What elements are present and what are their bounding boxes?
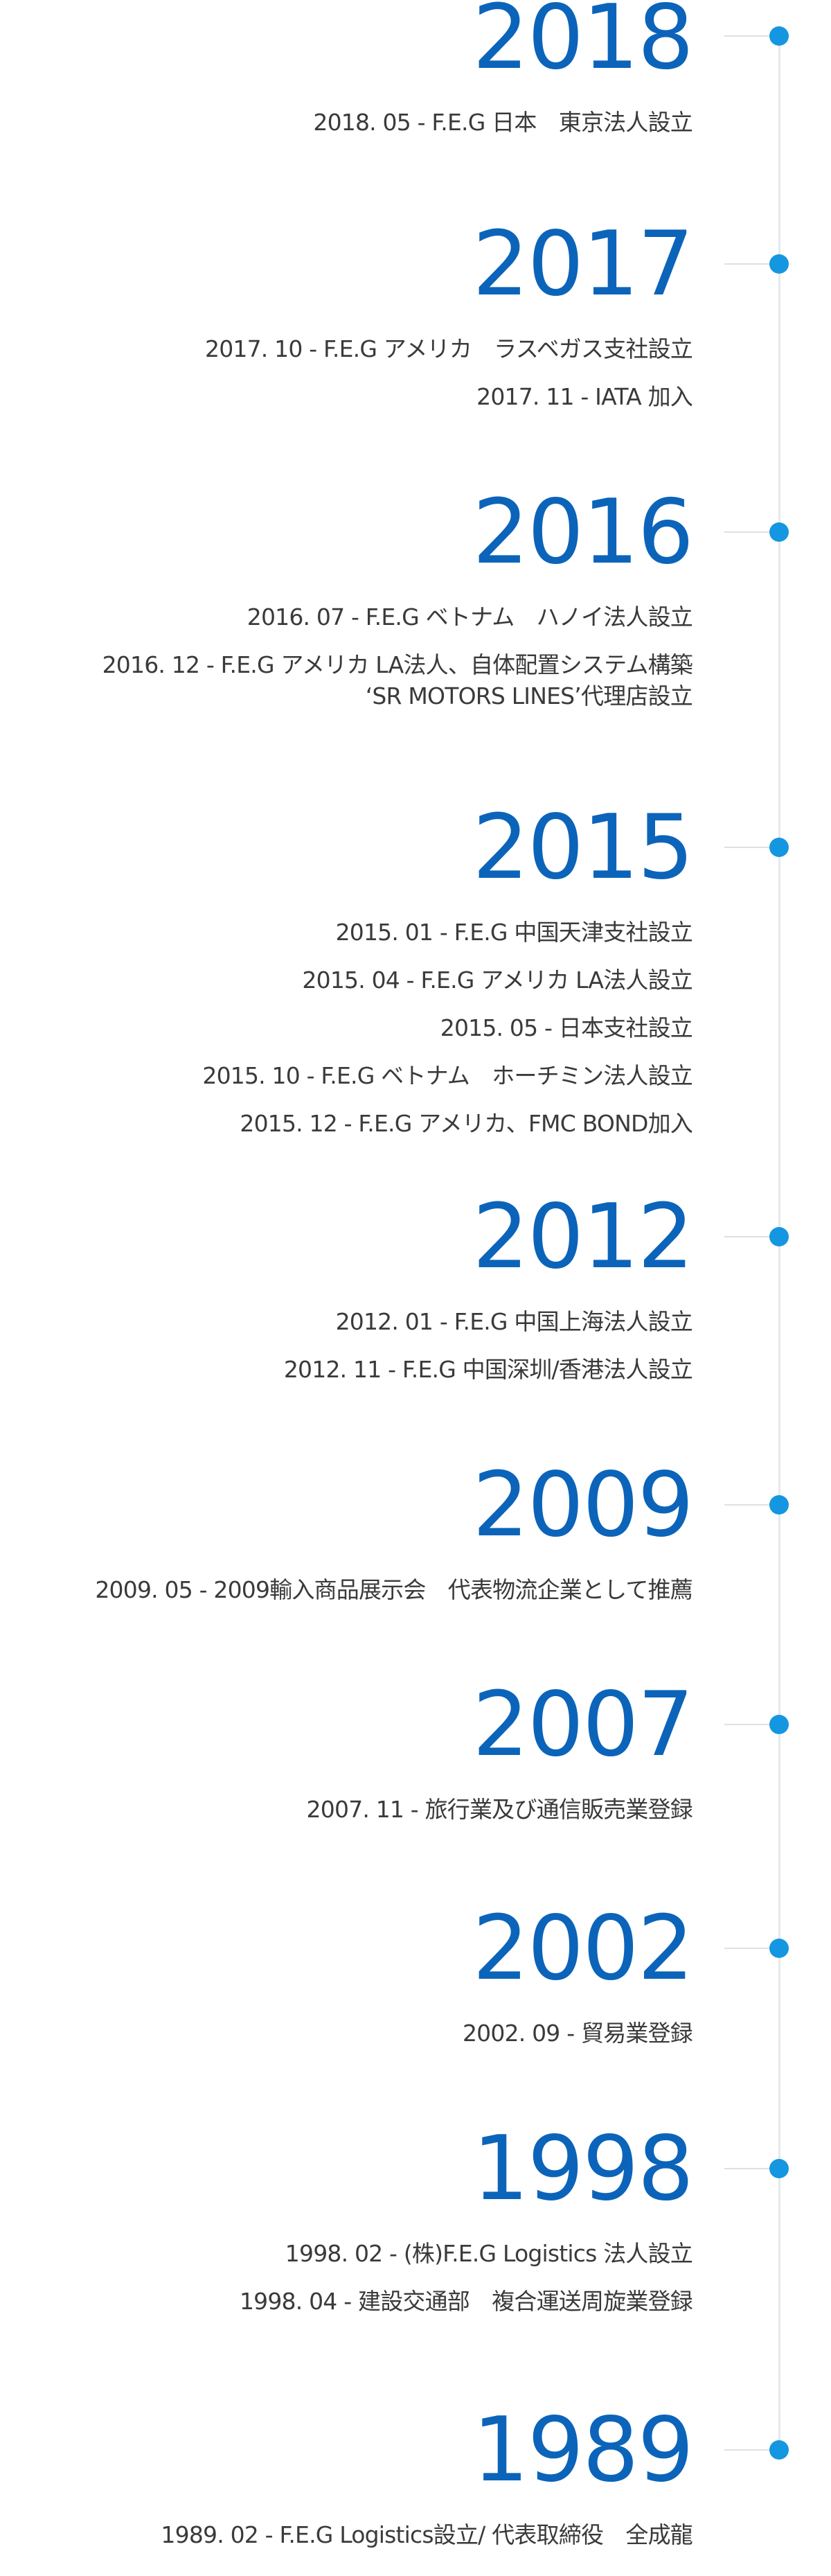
event-item: 2009. 05 - 2009輸入商品展示会 代表物流企業として推薦 [95,1576,692,1603]
timeline-connector [724,263,771,265]
timeline-line [778,33,780,2460]
event-item: 2017. 11 - IATA 加入 [476,383,693,410]
event-list: 2018. 05 - F.E.G 日本 東京法人設立 [313,98,692,146]
event-item: 2015. 04 - F.E.G アメリカ LA法人設立 [302,967,692,994]
event-list: 2002. 09 - 貿易業登録 [462,2009,693,2057]
timeline-dot-icon [769,1715,789,1734]
event-item: 2015. 10 - F.E.G ベトナム ホーチミン法人設立 [202,1062,692,1089]
timeline-dot-icon [769,1227,789,1246]
timeline-dot-icon [769,1495,789,1515]
event-list: 2016. 07 - F.E.G ベトナム ハノイ法人設立 2016. 12 -… [102,593,693,712]
year-label: 2002 [472,1897,694,2000]
timeline-connector [724,1724,771,1725]
event-item: 2017. 10 - F.E.G アメリカ ラスベガス支社設立 [205,335,693,362]
year-label: 2007 [472,1673,694,1776]
event-item: 1998. 02 - (株)F.E.G Logistics 法人設立 [285,2240,693,2267]
event-item: 2015. 01 - F.E.G 中国天津支社設立 [335,919,693,946]
event-list: 2015. 01 - F.E.G 中国天津支社設立 2015. 04 - F.E… [202,908,692,1147]
timeline-dot-icon [769,2159,789,2178]
event-item: 2015. 12 - F.E.G アメリカ、FMC BOND加入 [240,1110,692,1137]
event-item: 1998. 04 - 建設交通部 複合運送周旋業登録 [239,2288,693,2315]
event-item: 2007. 11 - 旅行業及び通信販売業登録 [306,1796,693,1823]
timeline-dot-icon [769,254,789,274]
timeline-connector [724,1948,771,1949]
event-item: 2018. 05 - F.E.G 日本 東京法人設立 [313,109,692,136]
event-item-text: 2016. 12 - F.E.G アメリカ LA法人、自体配置システム構築 [102,651,693,678]
timeline-connector [724,531,771,533]
year-label: 2016 [472,481,694,584]
year-label: 2009 [472,1454,694,1557]
year-label: 1998 [472,2117,694,2221]
timeline-dot-icon [769,838,789,857]
event-item: 2012. 01 - F.E.G 中国上海法人設立 [335,1308,693,1335]
year-label: 2018 [472,0,694,89]
event-list: 2009. 05 - 2009輸入商品展示会 代表物流企業として推薦 [95,1566,692,1614]
timeline-connector [724,847,771,848]
event-item: 2015. 05 - 日本支社設立 [440,1014,693,1041]
event-item: 2002. 09 - 貿易業登録 [462,2020,693,2047]
event-list: 2017. 10 - F.E.G アメリカ ラスベガス支社設立 2017. 11… [205,325,693,421]
event-item: 2016. 12 - F.E.G アメリカ LA法人、自体配置システム構築 ‘S… [102,641,693,712]
event-list: 2012. 01 - F.E.G 中国上海法人設立 2012. 11 - F.E… [283,1298,693,1393]
timeline-connector [724,2168,771,2169]
year-label: 1989 [472,2399,694,2502]
year-label: 2017 [472,213,694,316]
event-item: 2012. 11 - F.E.G 中国深圳/香港法人設立 [283,1356,693,1383]
event-list: 2007. 11 - 旅行業及び通信販売業登録 [306,1785,693,1833]
timeline-connector [724,2449,771,2451]
event-item: 2016. 07 - F.E.G ベトナム ハノイ法人設立 [247,603,693,630]
event-list: 1998. 02 - (株)F.E.G Logistics 法人設立 1998.… [239,2230,693,2325]
timeline-dot-icon [769,1939,789,1958]
timeline-connector [724,1504,771,1506]
event-item-subtext: ‘SR MOTORS LINES’代理店設立 [365,682,693,709]
event-list: 1989. 02 - F.E.G Logistics設立/ 代表取締役 全成龍 [161,2511,692,2559]
year-label: 2012 [472,1185,694,1289]
timeline-dot-icon [769,26,789,46]
timeline-connector [724,35,771,37]
timeline-dot-icon [769,2440,789,2460]
timeline-dot-icon [769,522,789,542]
event-item: 1989. 02 - F.E.G Logistics設立/ 代表取締役 全成龍 [161,2521,692,2548]
timeline-connector [724,1236,771,1237]
year-label: 2015 [472,796,694,899]
